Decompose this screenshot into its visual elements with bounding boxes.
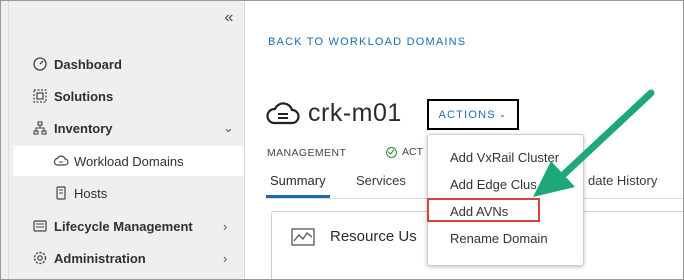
tab-services[interactable]: Services (356, 173, 406, 188)
sidebar-item-label: Inventory (54, 120, 113, 136)
check-circle-icon (386, 146, 397, 158)
sidebar-item-label: Dashboard (54, 56, 122, 72)
sidebar-item-solutions[interactable]: Solutions (1, 81, 244, 111)
solutions-icon (32, 88, 48, 104)
double-chevron-left-icon[interactable]: « (220, 9, 238, 27)
menu-item-add-edge-cluster[interactable]: Add Edge Clus (450, 177, 537, 192)
chevron-down-icon[interactable]: ⌄ (223, 120, 234, 136)
app-window: « Dashboard Solutions Inventory ⌄ Worklo… (0, 0, 684, 280)
status-badge: ACT (386, 146, 423, 158)
sidebar-item-label: Lifecycle Management (54, 218, 193, 234)
cloud-icon (53, 153, 69, 169)
menu-item-rename-domain[interactable]: Rename Domain (450, 231, 548, 246)
highlight-box (427, 198, 540, 222)
card-title: Resource Us (330, 228, 417, 245)
chart-icon (291, 228, 315, 246)
status-text: ACT (402, 146, 423, 158)
actions-label: ACTIONS (438, 108, 496, 121)
sidebar-item-inventory[interactable]: Inventory ⌄ (1, 113, 244, 143)
sidebar-item-dashboard[interactable]: Dashboard (1, 49, 244, 79)
chevron-right-icon[interactable]: › (223, 219, 227, 234)
actions-button[interactable]: ACTIONS ⌄ (427, 99, 519, 130)
gauge-icon (32, 56, 48, 72)
sidebar-item-label: Workload Domains (74, 153, 184, 169)
sidebar-item-hosts[interactable]: Hosts (1, 178, 244, 208)
tab-update-history[interactable]: date History (588, 173, 657, 188)
tab-summary[interactable]: Summary (270, 173, 326, 188)
chevron-down-icon: ⌄ (498, 109, 508, 119)
sidebar: « Dashboard Solutions Inventory ⌄ Worklo… (1, 1, 245, 279)
domain-type: MANAGEMENT (267, 147, 347, 159)
menu-item-add-vxrail-cluster[interactable]: Add VxRail Cluster (450, 150, 559, 165)
host-icon (53, 185, 69, 201)
cloud-icon (266, 102, 300, 125)
sidebar-item-lifecycle-management[interactable]: Lifecycle Management › (1, 211, 244, 241)
chevron-right-icon[interactable]: › (223, 251, 227, 266)
sidebar-item-workload-domains[interactable]: Workload Domains (13, 146, 244, 176)
back-link[interactable]: BACK TO WORKLOAD DOMAINS (268, 36, 466, 48)
lifecycle-icon (32, 218, 48, 234)
inventory-icon (32, 120, 48, 136)
page-title: crk-m01 (308, 98, 402, 127)
sidebar-item-label: Administration (54, 250, 146, 266)
sidebar-item-label: Hosts (74, 185, 108, 201)
sidebar-item-administration[interactable]: Administration › (1, 243, 244, 273)
title-row: crk-m01 (266, 95, 402, 131)
gear-icon (32, 250, 48, 266)
sidebar-item-label: Solutions (54, 88, 114, 104)
